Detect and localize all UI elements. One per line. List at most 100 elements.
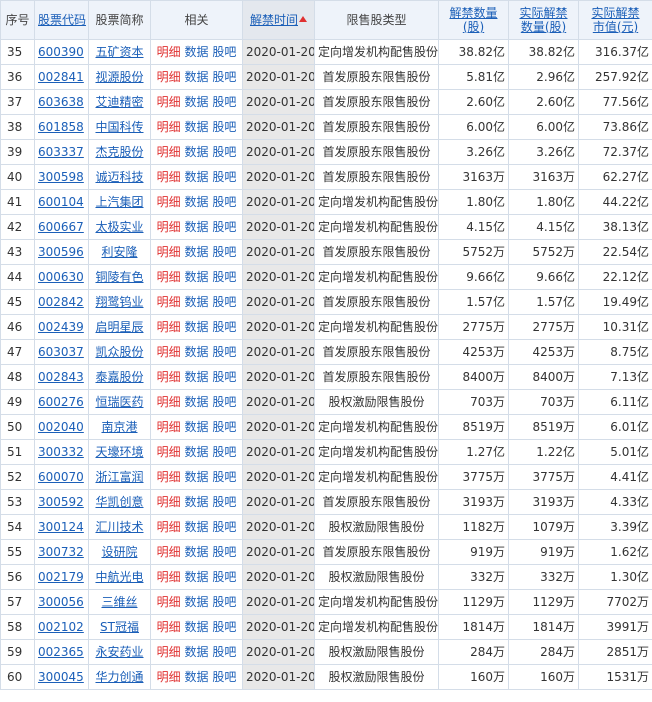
data-link[interactable]: 数据 <box>184 420 208 434</box>
detail-link[interactable]: 明细 <box>157 295 181 309</box>
forum-link[interactable]: 股吧 <box>212 70 236 84</box>
forum-link[interactable]: 股吧 <box>212 445 236 459</box>
header-value[interactable]: 实际解禁 市值(元) <box>578 0 652 40</box>
stock-code-link[interactable]: 600276 <box>38 395 84 409</box>
stock-code-link[interactable]: 002365 <box>38 645 84 659</box>
stock-code-link[interactable]: 300596 <box>38 245 84 259</box>
stock-code-link[interactable]: 603337 <box>38 145 84 159</box>
data-link[interactable]: 数据 <box>184 520 208 534</box>
forum-link[interactable]: 股吧 <box>212 345 236 359</box>
forum-link[interactable]: 股吧 <box>212 195 236 209</box>
data-link[interactable]: 数据 <box>184 220 208 234</box>
stock-code-link[interactable]: 300124 <box>38 520 84 534</box>
stock-name-link[interactable]: 凯众股份 <box>95 345 143 359</box>
detail-link[interactable]: 明细 <box>157 70 181 84</box>
data-link[interactable]: 数据 <box>184 570 208 584</box>
stock-name-link[interactable]: 太极实业 <box>95 220 143 234</box>
detail-link[interactable]: 明细 <box>157 345 181 359</box>
stock-code-link[interactable]: 300598 <box>38 170 84 184</box>
stock-name-link[interactable]: 永安药业 <box>95 645 143 659</box>
forum-link[interactable]: 股吧 <box>212 220 236 234</box>
data-link[interactable]: 数据 <box>184 245 208 259</box>
detail-link[interactable]: 明细 <box>157 45 181 59</box>
header-qty[interactable]: 解禁数量 (股) <box>438 0 509 40</box>
data-link[interactable]: 数据 <box>184 645 208 659</box>
stock-name-link[interactable]: 视源股份 <box>95 70 143 84</box>
data-link[interactable]: 数据 <box>184 445 208 459</box>
data-link[interactable]: 数据 <box>184 45 208 59</box>
stock-name-link[interactable]: 五矿资本 <box>95 45 143 59</box>
forum-link[interactable]: 股吧 <box>212 145 236 159</box>
detail-link[interactable]: 明细 <box>157 370 181 384</box>
stock-code-link[interactable]: 600104 <box>38 195 84 209</box>
stock-name-link[interactable]: 华凯创意 <box>95 495 143 509</box>
header-date[interactable]: 解禁时间 <box>242 0 315 40</box>
detail-link[interactable]: 明细 <box>157 145 181 159</box>
stock-name-link[interactable]: 诚迈科技 <box>95 170 143 184</box>
data-link[interactable]: 数据 <box>184 270 208 284</box>
forum-link[interactable]: 股吧 <box>212 470 236 484</box>
stock-name-link[interactable]: 上汽集团 <box>95 195 143 209</box>
stock-code-link[interactable]: 603638 <box>38 95 84 109</box>
data-link[interactable]: 数据 <box>184 545 208 559</box>
detail-link[interactable]: 明细 <box>157 245 181 259</box>
detail-link[interactable]: 明细 <box>157 420 181 434</box>
header-code[interactable]: 股票代码 <box>34 0 89 40</box>
stock-code-link[interactable]: 600667 <box>38 220 84 234</box>
stock-code-link[interactable]: 300592 <box>38 495 84 509</box>
data-link[interactable]: 数据 <box>184 470 208 484</box>
forum-link[interactable]: 股吧 <box>212 295 236 309</box>
stock-name-link[interactable]: 铜陵有色 <box>95 270 143 284</box>
data-link[interactable]: 数据 <box>184 620 208 634</box>
detail-link[interactable]: 明细 <box>157 645 181 659</box>
detail-link[interactable]: 明细 <box>157 470 181 484</box>
stock-name-link[interactable]: 汇川技术 <box>95 520 143 534</box>
data-link[interactable]: 数据 <box>184 495 208 509</box>
forum-link[interactable]: 股吧 <box>212 95 236 109</box>
stock-name-link[interactable]: 中航光电 <box>95 570 143 584</box>
data-link[interactable]: 数据 <box>184 95 208 109</box>
forum-link[interactable]: 股吧 <box>212 45 236 59</box>
stock-name-link[interactable]: 泰嘉股份 <box>95 370 143 384</box>
data-link[interactable]: 数据 <box>184 70 208 84</box>
stock-name-link[interactable]: ST冠福 <box>100 620 139 634</box>
stock-code-link[interactable]: 002102 <box>38 620 84 634</box>
stock-name-link[interactable]: 中国科传 <box>95 120 143 134</box>
stock-code-link[interactable]: 601858 <box>38 120 84 134</box>
forum-link[interactable]: 股吧 <box>212 420 236 434</box>
detail-link[interactable]: 明细 <box>157 220 181 234</box>
stock-name-link[interactable]: 利安隆 <box>101 245 137 259</box>
forum-link[interactable]: 股吧 <box>212 520 236 534</box>
detail-link[interactable]: 明细 <box>157 395 181 409</box>
data-link[interactable]: 数据 <box>184 120 208 134</box>
detail-link[interactable]: 明细 <box>157 95 181 109</box>
stock-code-link[interactable]: 600390 <box>38 45 84 59</box>
stock-code-link[interactable]: 000630 <box>38 270 84 284</box>
forum-link[interactable]: 股吧 <box>212 620 236 634</box>
forum-link[interactable]: 股吧 <box>212 495 236 509</box>
stock-code-link[interactable]: 300332 <box>38 445 84 459</box>
stock-name-link[interactable]: 翔鹭钨业 <box>95 295 143 309</box>
stock-name-link[interactable]: 启明星辰 <box>95 320 143 334</box>
forum-link[interactable]: 股吧 <box>212 570 236 584</box>
header-actual[interactable]: 实际解禁 数量(股) <box>508 0 579 40</box>
forum-link[interactable]: 股吧 <box>212 245 236 259</box>
data-link[interactable]: 数据 <box>184 170 208 184</box>
detail-link[interactable]: 明细 <box>157 170 181 184</box>
data-link[interactable]: 数据 <box>184 670 208 684</box>
stock-name-link[interactable]: 恒瑞医药 <box>95 395 143 409</box>
detail-link[interactable]: 明细 <box>157 670 181 684</box>
stock-code-link[interactable]: 600070 <box>38 470 84 484</box>
data-link[interactable]: 数据 <box>184 345 208 359</box>
stock-code-link[interactable]: 300732 <box>38 545 84 559</box>
stock-name-link[interactable]: 浙江富润 <box>95 470 143 484</box>
stock-name-link[interactable]: 艾迪精密 <box>95 95 143 109</box>
forum-link[interactable]: 股吧 <box>212 645 236 659</box>
stock-code-link[interactable]: 002040 <box>38 420 84 434</box>
stock-name-link[interactable]: 华力创通 <box>95 670 143 684</box>
stock-name-link[interactable]: 杰克股份 <box>95 145 143 159</box>
detail-link[interactable]: 明细 <box>157 570 181 584</box>
stock-code-link[interactable]: 300056 <box>38 595 84 609</box>
detail-link[interactable]: 明细 <box>157 445 181 459</box>
forum-link[interactable]: 股吧 <box>212 270 236 284</box>
